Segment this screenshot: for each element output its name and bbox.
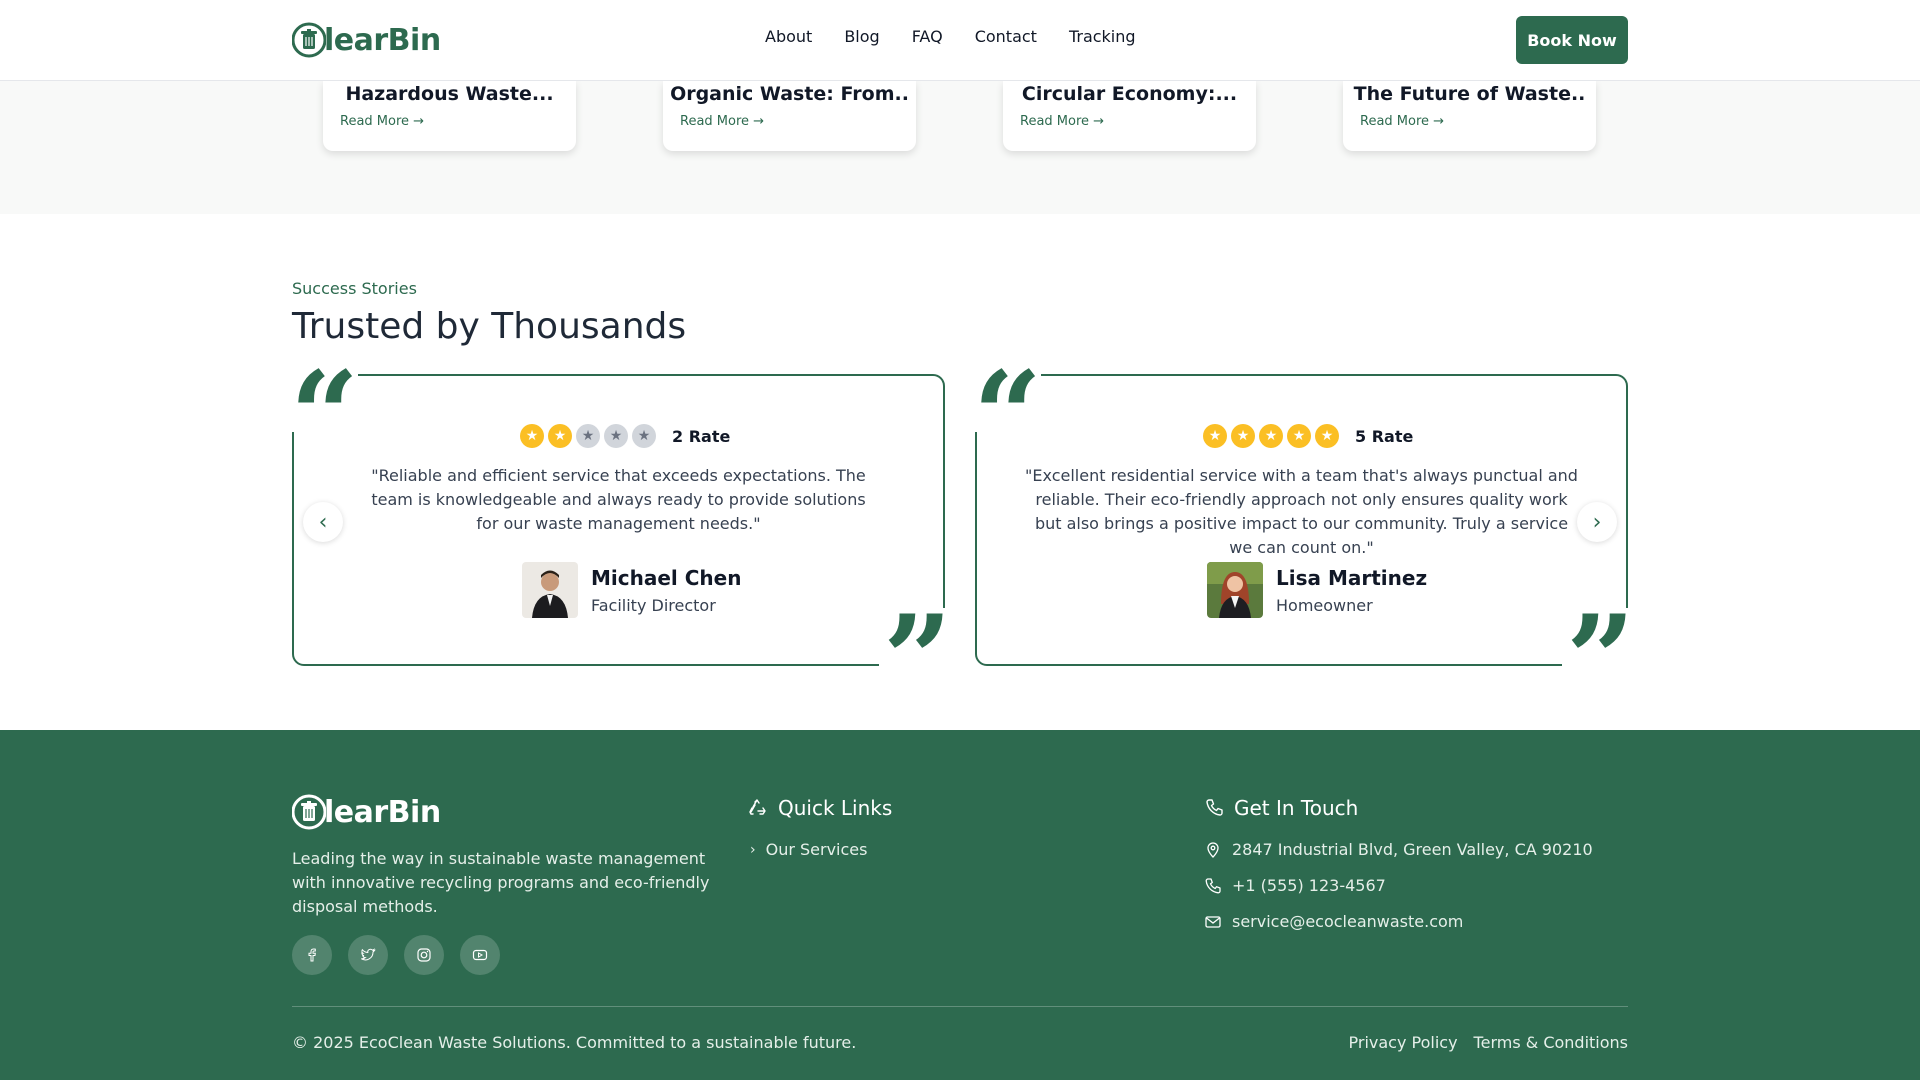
nav-blog[interactable]: Blog [844,27,879,46]
contact-email[interactable]: service@ecocleanwaste.com [1204,912,1463,931]
phone-text: +1 (555) 123-4567 [1232,876,1386,895]
quick-links-title: Quick Links [748,796,892,820]
star-icon: ★ [604,424,628,448]
map-pin-icon [1207,841,1219,858]
author-role: Homeowner [1276,595,1373,615]
youtube-icon[interactable] [460,935,500,975]
avatar [1207,562,1263,618]
twitter-icon[interactable] [348,935,388,975]
mail-icon [1205,915,1221,928]
nav-contact[interactable]: Contact [975,27,1037,46]
bin-logo-icon [292,22,326,58]
blog-card[interactable]: The Future of Waste.. Read More → [1343,81,1596,151]
site-header: learBin About Blog FAQ Contact Tracking … [0,0,1920,81]
star-rating: ★ ★ ★ ★ ★ 2 Rate [520,424,730,448]
footer-logo-text: learBin [324,794,441,830]
nav-faq[interactable]: FAQ [912,27,943,46]
blog-card-title: Circular Economy:... [1021,83,1238,105]
blog-card-title: Organic Waste: From.. [670,83,909,105]
star-rating: ★ ★ ★ ★ ★ 5 Rate [1203,424,1413,448]
read-more-link[interactable]: Read More → [340,114,424,129]
star-icon: ★ [548,424,572,448]
author-name: Michael Chen [591,565,742,590]
nav-tracking[interactable]: Tracking [1069,27,1136,46]
logo-text: learBin [324,22,441,58]
blog-card[interactable]: Organic Waste: From.. Read More → [663,81,916,151]
avatar [522,562,578,618]
star-icon: ★ [632,424,656,448]
carousel-next-button[interactable]: › [1577,502,1617,542]
testimonial-card: “ ” ★ ★ ★ ★ ★ 2 Rate "Reliable and effic… [288,356,952,720]
logo[interactable]: learBin [292,20,441,60]
star-icon: ★ [520,424,544,448]
contact-heading: Get In Touch [1234,796,1359,820]
star-icon: ★ [1259,424,1283,448]
privacy-policy-link[interactable]: Privacy Policy [1349,1033,1458,1052]
read-more-link[interactable]: Read More → [1020,114,1104,129]
author-name: Lisa Martinez [1276,565,1428,590]
quote-close-icon: ” [1562,600,1635,720]
social-links [292,935,500,975]
contact-phone[interactable]: +1 (555) 123-4567 [1204,876,1386,895]
star-icon: ★ [1315,424,1339,448]
footer-description: Leading the way in sustainable waste man… [292,849,710,916]
blog-card-title: Hazardous Waste... [345,83,554,105]
rate-label: 5 Rate [1355,426,1414,446]
testimonial-quote: "Excellent residential service with a te… [1025,466,1578,557]
testimonial-author: Lisa Martinez Homeowner [1207,562,1427,618]
address-text: 2847 Industrial Blvd, Green Valley, CA 9… [1232,840,1593,859]
nav-about[interactable]: About [765,27,812,46]
blog-card[interactable]: Hazardous Waste... Read More → [323,81,576,151]
main-nav: About Blog FAQ Contact Tracking [765,27,1168,46]
email-text: service@ecocleanwaste.com [1232,912,1464,931]
footer-link-our-services[interactable]: › Our Services [750,840,867,859]
contact-address: 2847 Industrial Blvd, Green Valley, CA 9… [1204,840,1593,859]
legal-links: Privacy Policy Terms & Conditions [1349,1033,1629,1052]
instagram-icon[interactable] [404,935,444,975]
copyright: © 2025 EcoClean Waste Solutions. Committ… [292,1033,857,1052]
blog-card-title: The Future of Waste.. [1353,83,1586,105]
quick-links-heading: Quick Links [778,796,893,820]
bin-logo-icon [292,794,326,830]
quote-open-icon: “ [971,345,1043,486]
blog-card[interactable]: Circular Economy:... Read More → [1003,81,1256,151]
recycle-icon [749,799,766,815]
author-role: Facility Director [591,595,716,615]
carousel-prev-button[interactable]: ‹ [303,502,343,542]
chevron-right-icon: › [1592,509,1602,535]
testimonial-card: “ ” ★ ★ ★ ★ ★ 5 Rate "Excellent resident… [971,356,1635,720]
section-title: Trusted by Thousands [292,306,687,347]
star-icon: ★ [576,424,600,448]
facebook-icon[interactable] [292,935,332,975]
book-now-button[interactable]: Book Now [1516,16,1628,64]
terms-link[interactable]: Terms & Conditions [1474,1033,1628,1052]
footer-logo[interactable]: learBin [292,793,441,831]
testimonial-quote: "Reliable and efficient service that exc… [371,466,866,533]
contact-title: Get In Touch [1204,796,1358,820]
read-more-link[interactable]: Read More → [680,114,764,129]
star-icon: ★ [1231,424,1255,448]
chevron-right-icon: › [750,841,756,858]
quote-open-icon: “ [288,345,360,486]
site-footer: learBin Leading the way in sustainable w… [0,730,1920,1080]
testimonial-author: Michael Chen Facility Director [522,562,741,618]
star-icon: ★ [1203,424,1227,448]
quote-close-icon: ” [879,600,952,720]
rate-label: 2 Rate [672,426,731,446]
read-more-link[interactable]: Read More → [1360,114,1444,129]
footer-divider [292,1006,1628,1007]
section-eyebrow: Success Stories [292,279,417,298]
phone-icon [1205,877,1221,893]
phone-icon [1206,799,1223,816]
star-icon: ★ [1287,424,1311,448]
blog-carousel: Hazardous Waste... Read More → Organic W… [0,81,1920,214]
footer-link-label: Our Services [765,840,868,859]
chevron-left-icon: ‹ [318,509,328,535]
